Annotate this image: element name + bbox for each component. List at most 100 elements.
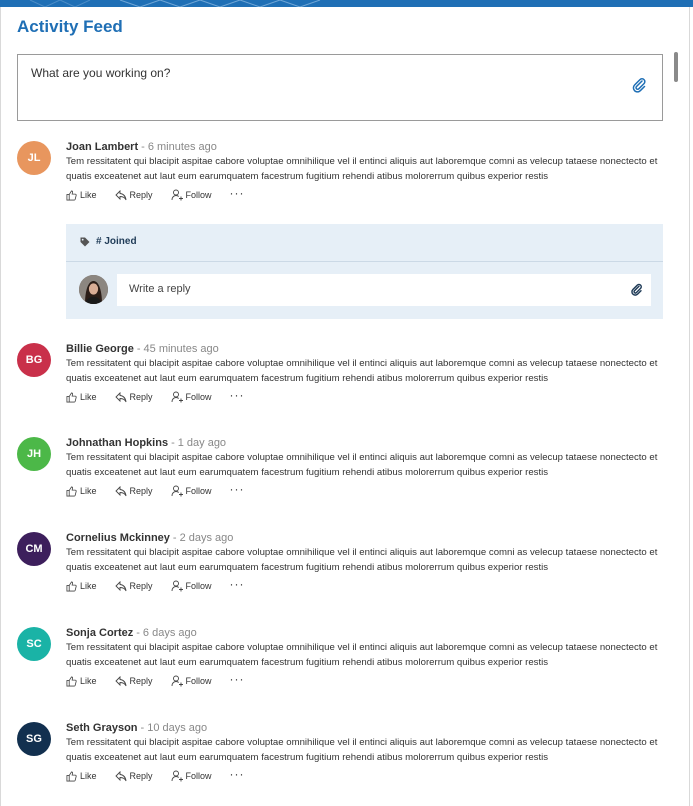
follow-person-icon [171, 675, 183, 687]
reply-button[interactable]: Reply [114, 580, 153, 592]
reply-button[interactable]: Reply [114, 675, 153, 687]
post-body: Tem ressitatent qui blacipit aspitae cab… [66, 452, 658, 478]
like-button[interactable]: Like [66, 190, 97, 201]
avatar: JH [17, 437, 51, 471]
post-time: 6 minutes ago [147, 141, 217, 153]
meta-separator: - [171, 437, 175, 449]
post-meta: Cornelius Mckinney -2 days ago [66, 532, 233, 544]
follow-button[interactable]: Follow [171, 189, 212, 201]
thumbs-up-icon [66, 581, 77, 591]
scrollbar-thumb[interactable] [674, 52, 678, 82]
reply-icon [114, 770, 126, 781]
follow-person-icon [171, 189, 183, 201]
thumbs-up-icon [66, 771, 77, 781]
reply-icon [114, 391, 126, 402]
follow-button[interactable]: Follow [171, 675, 212, 687]
reply-button[interactable]: Reply [114, 189, 153, 201]
post-body: Tem ressitatent qui blacipit aspitae cab… [66, 642, 658, 668]
author-name[interactable]: Cornelius Mckinney [66, 532, 170, 544]
post-meta: Joan Lambert -6 minutes ago [66, 141, 217, 153]
more-options-button[interactable]: ··· [230, 672, 245, 686]
divider [66, 261, 663, 262]
post-actions: Like Reply Follow ··· [66, 672, 263, 688]
thumbs-up-icon [66, 486, 77, 496]
follow-button[interactable]: Follow [171, 580, 212, 592]
meta-separator: - [140, 722, 145, 734]
post-meta: Sonja Cortez -6 days ago [66, 627, 197, 639]
post-meta: Seth Grayson -10 days ago [66, 722, 207, 734]
like-button[interactable]: Like [66, 771, 97, 782]
reply-panel: # Joined Write a reply [66, 224, 663, 319]
post-time: 1 day ago [177, 437, 227, 449]
post-actions: Like Reply Follow ··· [66, 388, 263, 404]
reply-icon [114, 189, 126, 200]
avatar: SC [17, 627, 51, 661]
banner-pattern [29, 0, 321, 7]
reply-button[interactable]: Reply [114, 485, 153, 497]
post-body: Tem ressitatent qui blacipit aspitae cab… [66, 547, 658, 573]
paperclip-icon[interactable] [630, 283, 643, 301]
post-body: Tem ressitatent qui blacipit aspitae cab… [66, 358, 658, 384]
follow-button[interactable]: Follow [171, 485, 212, 497]
follow-button[interactable]: Follow [171, 391, 212, 403]
avatar: JL [17, 141, 51, 175]
more-options-button[interactable]: ··· [230, 767, 245, 781]
more-options-button[interactable]: ··· [230, 186, 245, 200]
author-name[interactable]: Johnathan Hopkins [66, 437, 168, 449]
post-body: Tem ressitatent qui blacipit aspitae cab… [66, 156, 658, 182]
reply-input[interactable]: Write a reply [117, 274, 651, 306]
current-user-avatar [79, 275, 108, 304]
more-options-button[interactable]: ··· [230, 482, 245, 496]
author-name[interactable]: Sonja Cortez [66, 627, 133, 639]
paperclip-icon[interactable] [631, 77, 647, 98]
tag-row: # Joined [80, 236, 137, 247]
post-actions: Like Reply Follow ··· [66, 186, 263, 202]
thumbs-up-icon [66, 392, 77, 402]
thumbs-up-icon [66, 676, 77, 686]
post-actions: Like Reply Follow ··· [66, 482, 263, 498]
follow-person-icon [171, 391, 183, 403]
top-banner [0, 0, 693, 7]
tag-label[interactable]: # Joined [96, 236, 137, 247]
author-name[interactable]: Joan Lambert [66, 141, 138, 153]
reply-button[interactable]: Reply [114, 391, 153, 403]
page-title: Activity Feed [17, 17, 123, 36]
reply-placeholder: Write a reply [129, 283, 191, 295]
composer-placeholder: What are you working on? [31, 66, 171, 80]
tag-icon [80, 237, 90, 246]
follow-person-icon [171, 580, 183, 592]
more-options-button[interactable]: ··· [230, 388, 245, 402]
post-time: 10 days ago [147, 722, 208, 734]
post-time: 2 days ago [179, 532, 234, 544]
composer-input[interactable]: What are you working on? [17, 54, 663, 121]
avatar: CM [17, 532, 51, 566]
post-actions: Like Reply Follow ··· [66, 767, 263, 783]
meta-separator: - [136, 343, 141, 355]
follow-button[interactable]: Follow [171, 770, 212, 782]
follow-person-icon [171, 770, 183, 782]
post-body: Tem ressitatent qui blacipit aspitae cab… [66, 737, 658, 763]
meta-separator: - [172, 532, 177, 544]
thumbs-up-icon [66, 190, 77, 200]
reply-icon [114, 675, 126, 686]
post-time: 6 days ago [142, 627, 197, 639]
avatar: BG [17, 343, 51, 377]
post-actions: Like Reply Follow ··· [66, 577, 263, 593]
author-name[interactable]: Seth Grayson [66, 722, 138, 734]
reply-icon [114, 580, 126, 591]
like-button[interactable]: Like [66, 392, 97, 403]
avatar: SG [17, 722, 51, 756]
meta-separator: - [136, 627, 140, 639]
like-button[interactable]: Like [66, 676, 97, 687]
like-button[interactable]: Like [66, 581, 97, 592]
reply-button[interactable]: Reply [114, 770, 153, 782]
post-meta: Billie George -45 minutes ago [66, 343, 219, 355]
author-name[interactable]: Billie George [66, 343, 134, 355]
like-button[interactable]: Like [66, 486, 97, 497]
more-options-button[interactable]: ··· [230, 577, 245, 591]
follow-person-icon [171, 485, 183, 497]
post-meta: Johnathan Hopkins -1 day ago [66, 437, 226, 449]
post-time: 45 minutes ago [143, 343, 219, 355]
meta-separator: - [141, 141, 145, 153]
reply-icon [114, 485, 126, 496]
